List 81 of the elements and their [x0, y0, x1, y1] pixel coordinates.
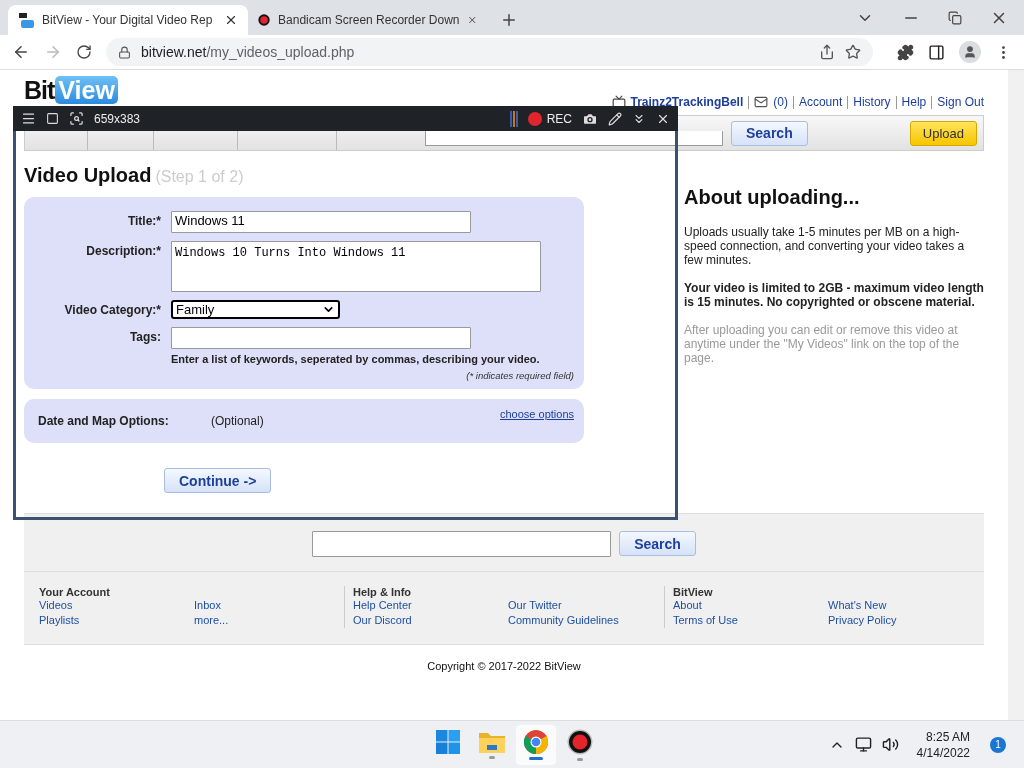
user-link[interactable]: Sign Out [937, 95, 984, 109]
pencil-icon[interactable] [608, 111, 622, 126]
footer-link[interactable]: Our Discord [353, 613, 508, 628]
footer-link[interactable]: more... [194, 613, 344, 628]
search-button[interactable]: Search [731, 120, 808, 146]
bookmark-icon[interactable] [845, 44, 861, 60]
user-link[interactable]: Account [798, 95, 843, 109]
about-paragraph: Your video is limited to 2GB - maximum video length is 15 minutes. No copyrighted or obscene material. [684, 281, 984, 309]
text-field[interactable] [171, 327, 471, 349]
footer-link[interactable]: About [673, 598, 828, 613]
footer-heading: Your Account [39, 586, 111, 598]
field-label: Video Category:* [63, 302, 161, 317]
footer-link[interactable]: Privacy Policy [828, 613, 984, 628]
restore-icon[interactable] [948, 10, 962, 25]
mail-icon [754, 95, 769, 109]
new-tab-icon[interactable] [500, 11, 518, 29]
upload-button[interactable]: Upload [909, 120, 977, 146]
share-icon[interactable] [819, 44, 835, 60]
user-link[interactable]: Help [901, 95, 927, 109]
reload-icon[interactable] [76, 44, 92, 60]
running-indicator [577, 758, 583, 761]
copyright-text: Copyright © 2017-2022 BitView [427, 660, 581, 672]
footer-link[interactable]: Community Guidelines [508, 613, 664, 628]
field-label: Title:* [126, 213, 161, 228]
notification-badge[interactable]: 1 [990, 736, 1006, 753]
clock[interactable]: 8:25 AM 4/14/2022 [916, 728, 970, 761]
about-paragraph: Uploads usually take 1-5 minutes per MB on a high-speed connection, and converting your video takes a few minutes. [684, 225, 966, 267]
volume-icon[interactable] [881, 736, 899, 753]
lock-icon [118, 45, 131, 59]
capture-size: 659x383 [94, 111, 141, 126]
search-button[interactable]: Search [619, 531, 696, 556]
text-field[interactable]: Windows 11 [171, 211, 471, 233]
menu-icon[interactable] [21, 111, 36, 126]
page-title: Video Upload [24, 164, 152, 187]
required-note: (* indicates required field) [465, 370, 574, 381]
tags-hint: Enter a list of keywords, seperated by commas, describing your video. [171, 353, 541, 365]
footer-link[interactable]: Inbox [194, 598, 344, 613]
record-icon[interactable] [567, 729, 593, 755]
record-icon [258, 12, 271, 28]
folder-icon[interactable] [479, 731, 505, 753]
options-label: Date and Map Options: [38, 414, 170, 428]
browser-tab[interactable]: BitView - Your Digital Video Rep [8, 5, 248, 35]
about-paragraph: After uploading you can edit or remove this video at anytime under the "My Videos" link on the top of the page. [684, 323, 961, 365]
choose-options-link[interactable]: choose options [500, 408, 574, 420]
square-icon[interactable] [46, 112, 59, 125]
profile-icon[interactable] [959, 41, 981, 63]
address-bar[interactable]: bitview.net/my_videos_upload.php [106, 38, 873, 66]
site-logo-icon [18, 12, 34, 28]
category-dropdown[interactable]: Family [171, 300, 340, 319]
network-icon[interactable] [854, 736, 872, 753]
extensions-icon[interactable] [897, 43, 914, 61]
user-link[interactable]: History [853, 95, 891, 109]
running-indicator [489, 756, 495, 759]
browser-tab[interactable]: Bandicam Screen Recorder Down [248, 5, 488, 35]
optional-note: (Optional) [211, 414, 264, 428]
close-icon[interactable] [224, 13, 238, 27]
running-indicator [529, 757, 543, 760]
inbox-count[interactable]: (0) [773, 95, 788, 109]
footer-link[interactable]: Videos [39, 598, 194, 613]
side-panel-icon[interactable] [928, 43, 945, 61]
browser-icon[interactable] [524, 730, 548, 754]
footer-heading: Help & Info [353, 586, 413, 598]
about-heading: About uploading... [684, 186, 861, 209]
region-icon[interactable] [69, 111, 84, 126]
url-text: bitview.net/my_videos_upload.php [141, 44, 356, 60]
rec-label[interactable]: REC [546, 111, 572, 126]
continue-button[interactable]: Continue -> [164, 468, 272, 493]
username-link[interactable]: Trainz2TrackingBell [630, 95, 744, 109]
search-field[interactable] [425, 131, 723, 146]
field-label: Tags: [128, 329, 161, 344]
back-icon[interactable] [12, 43, 30, 61]
footer-search-field[interactable] [312, 530, 612, 557]
footer-link[interactable]: Our Twitter [508, 598, 664, 613]
footer-link[interactable]: Terms of Use [673, 613, 828, 628]
footer-link[interactable]: What's New [828, 598, 984, 613]
footer-link[interactable]: Help Center [353, 598, 508, 613]
footer-heading: BitView [673, 586, 714, 598]
description-field[interactable]: Windows 10 Turns Into Windows 11 [171, 241, 541, 292]
field-label: Description:* [85, 243, 161, 258]
footer-link[interactable]: Playlists [39, 613, 194, 628]
level-bars-icon [509, 110, 518, 127]
